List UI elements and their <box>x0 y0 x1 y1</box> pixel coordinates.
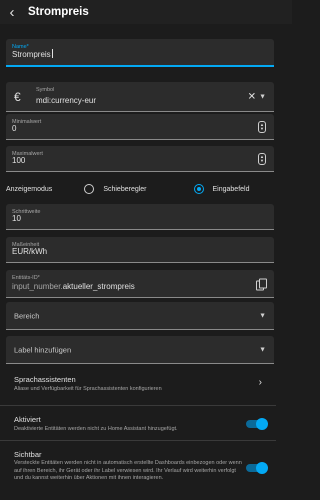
chevron-down-icon[interactable]: ▼ <box>259 312 266 319</box>
step-value: 10 <box>12 214 21 223</box>
radio-input-field[interactable] <box>193 184 204 194</box>
page-title: Strompreis <box>28 6 89 18</box>
min-value-value: 0 <box>12 124 17 133</box>
radio-slider-label[interactable]: Schieberegler <box>103 186 146 193</box>
radio-input-field-label[interactable]: Eingabefeld <box>213 186 250 193</box>
display-mode-row: Anzeigemodus Schieberegler Eingabefeld <box>6 182 274 196</box>
enabled-row: Aktiviert Deaktivierte Entitäten werden … <box>0 408 276 438</box>
enabled-toggle[interactable] <box>246 418 268 430</box>
visible-title: Sichtbar <box>14 450 42 459</box>
enabled-title: Aktiviert <box>14 415 41 424</box>
labels-select-label: Label hinzufügen <box>14 345 72 354</box>
voice-assistants-row[interactable]: Sprachassistenten Aliase und Verfügbarke… <box>0 368 276 400</box>
number-stepper-icon[interactable]: ▲ ▼ <box>258 152 266 165</box>
top-app-bar: ‹ Strompreis <box>0 0 292 24</box>
divider <box>0 405 276 406</box>
display-mode-label: Anzeigemodus <box>6 185 53 193</box>
symbol-field-value: mdi:currency-eur <box>36 96 97 105</box>
area-select[interactable]: Bereich ▼ <box>6 302 274 330</box>
copy-icon[interactable] <box>256 278 267 290</box>
scrollbar[interactable] <box>285 28 290 498</box>
visible-description: Versteckte Entitäten werden nicht in aut… <box>14 460 242 481</box>
entity-id-field[interactable]: Entitäts-ID* input_number.aktueller_stro… <box>6 270 274 298</box>
symbol-field[interactable]: € Symbol mdi:currency-eur ✕ ▼ <box>6 82 274 112</box>
number-stepper-icon[interactable]: ▲ ▼ <box>258 120 266 133</box>
divider <box>0 440 276 441</box>
text-cursor <box>51 49 53 58</box>
currency-eur-icon: € <box>14 89 21 104</box>
visible-row: Sichtbar Versteckte Entitäten werden nic… <box>0 443 276 499</box>
area-select-label: Bereich <box>14 311 40 320</box>
radio-slider[interactable] <box>84 184 95 194</box>
entity-id-prefix: input_number. <box>12 282 63 291</box>
enabled-description: Deaktivierte Entitäten werden nicht zu H… <box>14 426 178 432</box>
name-field-value: Strompreis <box>12 50 51 59</box>
back-arrow-icon[interactable]: ‹ <box>0 0 24 24</box>
unit-field[interactable]: Maßeinheit EUR/kWh <box>6 237 274 263</box>
voice-assistants-title: Sprachassistenten <box>14 375 76 384</box>
symbol-field-label: Symbol <box>36 87 55 93</box>
step-field[interactable]: Schrittweite 10 <box>6 204 274 230</box>
entity-id-value: aktueller_strompreis <box>62 282 135 291</box>
chevron-down-icon[interactable]: ▼ <box>259 93 266 100</box>
max-value-value: 100 <box>12 156 26 165</box>
max-value-field[interactable]: Maximalwert 100 ▲ ▼ <box>6 146 274 172</box>
entity-id-label: Entitäts-ID* <box>12 275 40 281</box>
min-value-field[interactable]: Minimalwert 0 ▲ ▼ <box>6 114 274 140</box>
voice-assistants-description: Aliase und Verfügbarkeit für Sprachassis… <box>14 386 162 392</box>
clear-icon[interactable]: ✕ <box>248 91 256 102</box>
name-field[interactable]: Name* Strompreis <box>6 39 274 67</box>
chevron-down-icon[interactable]: ▼ <box>259 346 266 353</box>
visible-toggle[interactable] <box>246 462 268 474</box>
labels-select[interactable]: Label hinzufügen ▼ <box>6 336 274 364</box>
unit-value: EUR/kWh <box>12 247 48 256</box>
chevron-right-icon[interactable]: › <box>259 377 262 388</box>
